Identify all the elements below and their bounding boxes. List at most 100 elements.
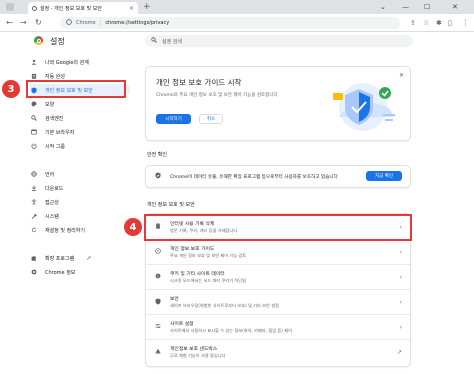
- share-icon[interactable]: ⇪: [410, 19, 416, 27]
- sidebar-item-label: Chrome 정보: [45, 269, 76, 276]
- divider: [146, 264, 410, 265]
- clipboard-icon: [30, 73, 37, 80]
- browser-icon: [30, 129, 37, 136]
- sidebar-item-downloads[interactable]: 다운로드: [30, 182, 130, 194]
- safety-check-heading: 안전 확인: [147, 152, 167, 158]
- sidebar-item-extensions[interactable]: 확장 프로그램 ↗: [30, 252, 130, 264]
- sidebar-item-label: 시작 그룹: [45, 143, 65, 150]
- close-tab-icon[interactable]: ×: [129, 5, 134, 12]
- minimize-button[interactable]: —: [402, 2, 409, 12]
- sidebar-item-label: 다운로드: [45, 185, 64, 192]
- new-tab-button[interactable]: +: [143, 2, 151, 12]
- sidebar-item-default-browser[interactable]: 기본 브라우저: [30, 126, 130, 138]
- sidebar-item-reset[interactable]: 재설정 및 정리하기: [30, 224, 130, 236]
- url-text: chrome://settings/privacy: [105, 20, 170, 26]
- chrome-icon: [30, 269, 37, 276]
- external-link-icon: ↗: [396, 348, 402, 356]
- shield-check-icon: [154, 172, 162, 181]
- annotation-badge-3: 3: [2, 80, 20, 98]
- globe-icon: [30, 171, 37, 178]
- tab-settings[interactable]: 설정 - 개인 정보 보호 및 보안 ×: [28, 2, 138, 14]
- sidebar-item-system[interactable]: 시스템: [30, 210, 130, 222]
- search-icon: [30, 115, 37, 122]
- chevron-right-icon: ›: [399, 273, 402, 281]
- privacy-guide-row[interactable]: 개인 정보 보호 가이드 주요 개인 정보 보호 및 보안 제어 기능 검토 ›: [146, 241, 410, 263]
- divider: [146, 314, 410, 315]
- cancel-button[interactable]: 취소: [199, 114, 223, 124]
- row-text: 사이트 설정 사이트에서 사용하고 표시할 수 있는 정보(위치, 카메라, 팝…: [170, 320, 392, 334]
- promo-title: 개인 정보 보호 가이드 시작: [156, 78, 242, 87]
- sidebar-item-languages[interactable]: 언어: [30, 168, 130, 180]
- sidebar-item-about-chrome[interactable]: Chrome 정보: [30, 266, 130, 278]
- settings-title: 설정: [50, 37, 65, 46]
- search-icon: [151, 37, 157, 45]
- reload-button[interactable]: ↻: [35, 17, 42, 29]
- extensions-icon[interactable]: ✱: [436, 19, 442, 27]
- sidebar-item-label: 자동 완성: [45, 73, 65, 80]
- bookmark-star-icon[interactable]: ☆: [423, 19, 429, 27]
- row-highlight-box: [144, 214, 412, 241]
- privacy-section-heading: 개인 정보 보호 및 보안: [147, 202, 195, 208]
- sidebar-item-label: 모양: [45, 101, 55, 108]
- accessibility-icon: [30, 199, 37, 206]
- chevron-right-icon: ›: [399, 298, 402, 306]
- menu-icon[interactable]: ⋮: [462, 19, 469, 27]
- site-settings-row[interactable]: 사이트 설정 사이트에서 사용하고 표시할 수 있는 정보(위치, 카메라, 팝…: [146, 316, 410, 338]
- sidebar-item-label: 검색엔진: [45, 115, 64, 122]
- promo-description: Chrome의 주요 개인 정보 보호 및 보안 제어 기능을 검토합니다: [156, 93, 278, 98]
- privacy-sandbox-row[interactable]: 개인정보 보호 샌드박스 무료 체험 기능이 사용 중입니다 ↗: [146, 341, 410, 363]
- forward-button[interactable]: →: [20, 17, 27, 29]
- row-subtitle: 시크릿 모드에서는 서드 파티 쿠키가 차단됨: [170, 278, 247, 283]
- maximize-button[interactable]: ☐: [424, 2, 430, 12]
- download-icon: [30, 185, 37, 192]
- safety-check-card: Chrome이 데이터 유출, 유해한 확장 프로그램 등으로부터 사용자를 보…: [146, 166, 410, 187]
- row-title: 사이트 설정: [170, 322, 194, 327]
- row-text: 쿠키 및 기타 사이트 데이터 시크릿 모드에서는 서드 파티 쿠키가 차단됨: [170, 270, 392, 284]
- close-promo-icon[interactable]: ✕: [399, 72, 404, 79]
- sidebar-highlight-box: [26, 80, 126, 98]
- sidebar-item-appearance[interactable]: 모양: [30, 98, 130, 110]
- row-subtitle: 무료 체험 기능이 사용 중입니다: [170, 353, 226, 358]
- sidebar-item-on-startup[interactable]: 시작 그룹: [30, 140, 130, 152]
- tab-list-button[interactable]: ⌄: [380, 2, 386, 12]
- site-info-icon[interactable]: [66, 19, 72, 27]
- sidebar-item-label: 재설정 및 정리하기: [45, 227, 85, 234]
- sidebar-item-label: 나와 Google의 관계: [45, 59, 89, 66]
- start-guide-button[interactable]: 시작하기: [156, 114, 191, 124]
- row-text: 보안 세이프 브라우징(위험한 사이트로부터 보호) 및 기타 보안 설정: [170, 295, 392, 309]
- chrome-logo-icon: [34, 36, 43, 45]
- tab-search-button[interactable]: [6, 3, 14, 11]
- security-row[interactable]: 보안 세이프 브라우징(위험한 사이트로부터 보호) 및 기타 보안 설정 ›: [146, 291, 410, 313]
- sidebar-item-label: 확장 프로그램: [45, 255, 75, 262]
- divider: [146, 339, 410, 340]
- sidebar-item-label: 언어: [45, 171, 55, 178]
- side-panel-icon[interactable]: ▯: [448, 19, 452, 27]
- divider: |: [99, 20, 102, 26]
- sidebar-item-you-and-google[interactable]: 나와 Google의 관계: [30, 56, 130, 68]
- puzzle-icon: [30, 255, 37, 262]
- chevron-right-icon: ›: [399, 248, 402, 256]
- address-bar[interactable]: Chrome | chrome://settings/privacy: [60, 17, 400, 29]
- person-icon: [30, 59, 37, 66]
- sidebar-item-label: 접근성: [45, 199, 59, 206]
- search-placeholder: 설정 검색: [162, 38, 182, 45]
- row-subtitle: 사이트에서 사용하고 표시할 수 있는 정보(위치, 카메라, 팝업 등) 제어: [170, 328, 292, 333]
- privacy-guide-icon: [154, 248, 162, 256]
- settings-search-input[interactable]: 설정 검색: [145, 35, 413, 47]
- back-button[interactable]: ←: [6, 17, 13, 29]
- sliders-icon: [154, 323, 162, 331]
- sidebar-item-label: 시스템: [45, 213, 59, 220]
- row-title: 개인정보 보호 샌드박스: [170, 347, 218, 352]
- annotation-badge-4: 4: [124, 218, 142, 236]
- close-window-button[interactable]: ✕: [452, 2, 458, 12]
- sidebar-item-accessibility[interactable]: 접근성: [30, 196, 130, 208]
- sidebar-item-search-engine[interactable]: 검색엔진: [30, 112, 130, 124]
- cookies-row[interactable]: 쿠키 및 기타 사이트 데이터 시크릿 모드에서는 서드 파티 쿠키가 차단됨 …: [146, 266, 410, 288]
- external-link-icon: ↗: [86, 254, 92, 262]
- row-title: 쿠키 및 기타 사이트 데이터: [170, 272, 225, 277]
- check-now-button[interactable]: 지금 확인: [366, 171, 402, 181]
- tab-strip: 설정 - 개인 정보 보호 및 보안 × + ⌄ — ☐ ✕: [0, 0, 474, 14]
- row-subtitle: 세이프 브라우징(위험한 사이트로부터 보호) 및 기타 보안 설정: [170, 303, 279, 308]
- site-chip-label: Chrome: [76, 20, 96, 26]
- chevron-right-icon: ›: [399, 323, 402, 331]
